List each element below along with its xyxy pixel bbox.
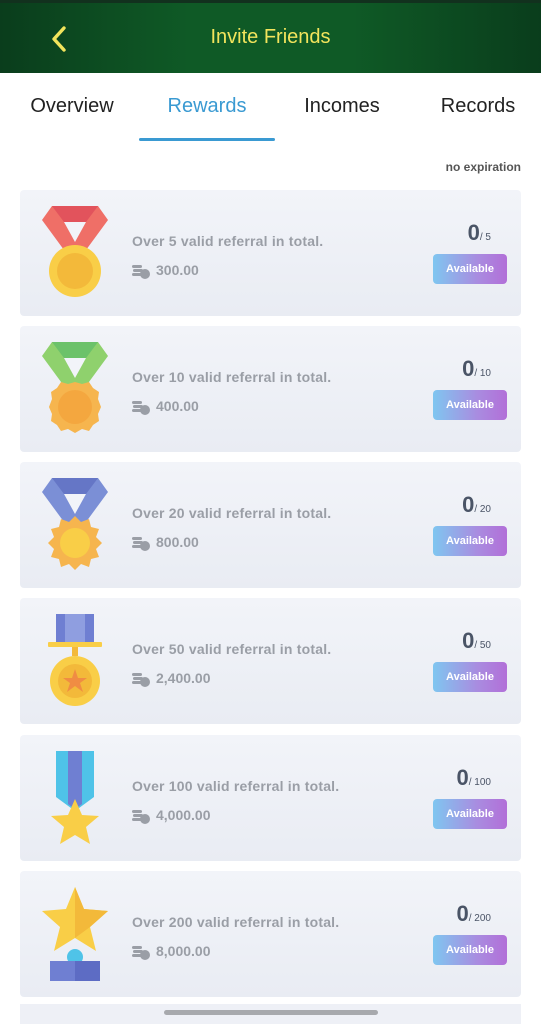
progress-count: 0/ 200: [457, 901, 492, 927]
reward-description: Over 100 valid referral in total.: [132, 778, 340, 794]
coins-icon: [132, 946, 150, 960]
coins-icon: [132, 673, 150, 687]
app-header: Invite Friends: [0, 0, 541, 73]
available-button[interactable]: Available: [433, 662, 507, 692]
reward-card: Over 10 valid referral in total. 400.00 …: [20, 326, 521, 452]
red-ribbon-gold-medal-icon: [42, 206, 108, 297]
blue-ribbon-gear-medal-icon: [42, 478, 108, 570]
green-ribbon-orange-medal-icon: [42, 342, 108, 433]
page-title: Invite Friends: [210, 26, 331, 48]
progress-target: / 100: [468, 777, 491, 788]
tab-bar: Overview Rewards Incomes Records: [0, 73, 541, 145]
reward-description: Over 200 valid referral in total.: [132, 914, 340, 930]
reward-description: Over 5 valid referral in total.: [132, 233, 324, 249]
progress-current: 0: [462, 492, 475, 517]
reward-card: Over 5 valid referral in total. 300.00 0…: [20, 190, 521, 316]
reward-amount: 2,400.00: [156, 670, 211, 686]
reward-card: Over 50 valid referral in total. 2,400.0…: [20, 598, 521, 724]
coins-icon: [132, 537, 150, 551]
available-button[interactable]: Available: [433, 254, 507, 284]
ribbon-star-medal-icon: [51, 751, 99, 844]
reward-description: Over 20 valid referral in total.: [132, 505, 332, 521]
progress-count: 0/ 50: [462, 628, 491, 654]
available-button[interactable]: Available: [433, 799, 507, 829]
reward-card: Over 20 valid referral in total. 800.00 …: [20, 462, 521, 588]
bar-star-medal-icon: [48, 614, 102, 706]
progress-target: / 200: [468, 913, 491, 924]
progress-target: / 10: [474, 368, 491, 379]
available-button[interactable]: Available: [433, 935, 507, 965]
progress-count: 0/ 5: [468, 220, 491, 246]
coins-icon: [132, 401, 150, 415]
available-button[interactable]: Available: [433, 526, 507, 556]
tab-rewards[interactable]: Rewards: [139, 95, 275, 118]
tab-overview[interactable]: Overview: [4, 95, 140, 118]
progress-current: 0: [467, 220, 480, 245]
tab-records[interactable]: Records: [410, 95, 541, 118]
reward-card: Over 100 valid referral in total. 4,000.…: [20, 735, 521, 861]
tab-incomes[interactable]: Incomes: [274, 95, 410, 118]
coins-icon: [132, 265, 150, 279]
reward-amount: 400.00: [156, 398, 199, 414]
progress-count: 0/ 100: [457, 765, 492, 791]
reward-description: Over 10 valid referral in total.: [132, 369, 332, 385]
progress-target: / 20: [474, 504, 491, 515]
reward-amount: 4,000.00: [156, 807, 211, 823]
reward-amount: 800.00: [156, 534, 199, 550]
coins-icon: [132, 810, 150, 824]
reward-amount: 8,000.00: [156, 943, 211, 959]
expiration-note: no expiration: [445, 160, 521, 174]
reward-card: Over 200 valid referral in total. 8,000.…: [20, 871, 521, 997]
reward-description: Over 50 valid referral in total.: [132, 641, 332, 657]
progress-current: 0: [462, 356, 475, 381]
progress-current: 0: [456, 901, 469, 926]
progress-target: / 5: [479, 232, 491, 243]
progress-count: 0/ 10: [462, 356, 491, 382]
active-tab-indicator: [139, 138, 275, 141]
reward-amount: 300.00: [156, 262, 199, 278]
available-button[interactable]: Available: [433, 390, 507, 420]
star-trophy-icon: [42, 887, 108, 981]
progress-target: / 50: [474, 640, 491, 651]
progress-current: 0: [456, 765, 469, 790]
home-indicator: [164, 1010, 378, 1015]
progress-current: 0: [462, 628, 475, 653]
progress-count: 0/ 20: [462, 492, 491, 518]
